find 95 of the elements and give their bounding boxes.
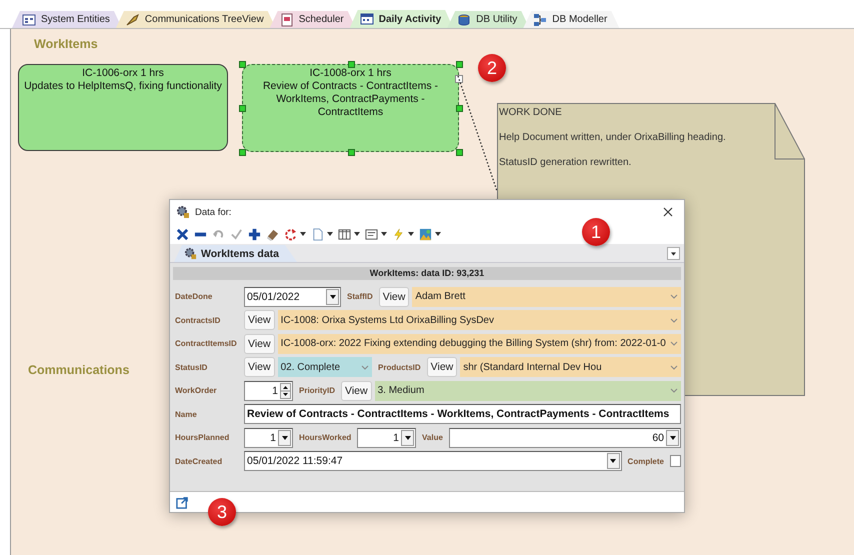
field-label: Name xyxy=(174,410,198,418)
callout-badge: 2 xyxy=(478,54,506,82)
link-handle[interactable] xyxy=(455,75,463,83)
tab-icon xyxy=(22,12,36,26)
caret-icon[interactable] xyxy=(354,232,360,236)
delete-icon[interactable] xyxy=(176,228,189,240)
dropdown-icon[interactable] xyxy=(404,436,410,440)
note-text: Help Document written, under OrixaBilling heading. xyxy=(499,132,727,143)
tab-icon xyxy=(457,12,472,26)
view-button[interactable]: View xyxy=(244,334,275,354)
spinner-icon[interactable] xyxy=(280,382,291,398)
lookup-combo[interactable]: shr (Standard Internal Dev Hou xyxy=(460,357,681,377)
checkbox[interactable] xyxy=(670,455,681,467)
gear-icon xyxy=(184,247,197,260)
field-label: PriorityID xyxy=(298,386,336,395)
field-label: StaffID xyxy=(346,292,374,301)
number-field[interactable]: 1 xyxy=(357,428,416,448)
columns-icon[interactable] xyxy=(338,228,351,240)
gear-icon xyxy=(176,205,190,219)
view-button[interactable]: View xyxy=(341,380,372,400)
number-field[interactable]: 1 xyxy=(244,428,293,448)
tab-icon xyxy=(360,12,374,26)
work-item-node[interactable]: IC-1008-orx 1 hrs Review of Contracts - ContractItems - WorkItems, ContractPayments - ContractItems xyxy=(242,64,459,152)
dropdown-icon[interactable] xyxy=(282,436,288,440)
field-label: StatusID xyxy=(174,362,208,372)
resize-handle[interactable] xyxy=(456,61,463,68)
date-field[interactable]: 05/01/2022 11:59:47 xyxy=(244,451,622,471)
field-label: ProductsID xyxy=(377,362,422,372)
caret-icon[interactable] xyxy=(435,232,441,236)
section-label: WorkItems xyxy=(34,37,98,51)
caret-icon[interactable] xyxy=(327,232,333,236)
caret-icon[interactable] xyxy=(300,232,306,236)
refresh-icon[interactable] xyxy=(284,228,297,240)
resize-handle[interactable] xyxy=(239,105,246,112)
dropdown-icon[interactable] xyxy=(330,294,336,298)
dialog-title: Data for: xyxy=(195,206,232,218)
spin-field[interactable]: 1 xyxy=(244,380,293,400)
work-item-node[interactable]: IC-1006-orx 1 hrs Updates to HelpItemsQ, fixing functionality xyxy=(18,64,228,151)
lookup-combo[interactable]: IC-1008-orx: 2022 Fixing extending debugging the Billing System (shr) from: 2022-01-0 xyxy=(278,334,681,354)
note-text: StatusID generation rewritten. xyxy=(499,157,632,168)
field-label: ContractsID xyxy=(174,316,222,324)
picture-icon[interactable] xyxy=(419,228,432,240)
chevron-icon[interactable] xyxy=(670,341,678,346)
field-label: HoursWorked xyxy=(298,433,352,442)
dropdown-icon[interactable] xyxy=(610,459,616,463)
field-label: ContractItemsID xyxy=(174,339,238,348)
resize-handle[interactable] xyxy=(239,61,246,68)
form-icon[interactable] xyxy=(365,228,378,240)
resize-handle[interactable] xyxy=(456,149,463,156)
dropdown-icon[interactable] xyxy=(670,436,676,440)
caret-icon[interactable] xyxy=(408,232,414,236)
lookup-combo[interactable]: IC-1008: Orixa Systems Ltd OrixaBilling SysDev xyxy=(278,310,681,330)
lookup-combo[interactable]: Adam Brett xyxy=(412,286,681,306)
chevron-icon[interactable] xyxy=(670,318,678,322)
check-icon[interactable] xyxy=(230,228,243,240)
view-button[interactable]: View xyxy=(244,357,275,377)
resize-handle[interactable] xyxy=(348,149,354,156)
plus-icon[interactable] xyxy=(248,228,261,240)
field-label: HoursPlanned xyxy=(174,433,230,442)
number-field[interactable]: 60 xyxy=(448,428,681,448)
tab-icon xyxy=(280,12,294,26)
tab-icon xyxy=(126,12,140,26)
caret-icon[interactable] xyxy=(381,232,387,236)
node-title: IC-1006-orx 1 hrs xyxy=(81,67,165,80)
field-label: WorkOrder xyxy=(174,386,218,395)
caret-icon[interactable] xyxy=(671,252,676,256)
node-title: IC-1008-orx 1 hrs xyxy=(308,67,392,80)
callout-badge: 3 xyxy=(208,498,236,526)
view-button[interactable]: View xyxy=(244,310,275,330)
tab[interactable]: DB Modeller xyxy=(523,11,620,28)
section-label: Communications xyxy=(28,363,130,377)
field-label: Value xyxy=(421,433,444,442)
node-text: Updates to HelpItemsQ, fixing functionality xyxy=(23,80,223,93)
text-field[interactable]: Review of Contracts - ContractItems - WorkItems, ContractPayments - ContractItems xyxy=(244,404,681,424)
view-button[interactable]: View xyxy=(426,357,458,377)
tab[interactable]: WorkItems data xyxy=(174,245,297,262)
chevron-icon[interactable] xyxy=(670,294,678,299)
resize-handle[interactable] xyxy=(348,61,354,68)
resize-handle[interactable] xyxy=(239,149,246,156)
tab-icon xyxy=(533,12,548,26)
tab-menu-button[interactable] xyxy=(667,247,680,260)
date-field[interactable]: 05/01/2022 xyxy=(244,286,341,306)
view-button[interactable]: View xyxy=(378,286,410,306)
chevron-icon[interactable] xyxy=(670,364,678,370)
field-label: DateDone xyxy=(174,292,214,301)
field-label: DateCreated xyxy=(174,456,224,466)
field-label: Complete xyxy=(626,456,665,466)
record-header: WorkItems: data ID: 93,231 xyxy=(173,267,681,280)
lookup-combo[interactable]: 02. Complete xyxy=(278,357,372,377)
eraser-icon[interactable] xyxy=(266,228,279,240)
note-text: WORK DONE xyxy=(499,107,563,118)
node-text: Review of Contracts - ContractItems - WorkItems, ContractPayments - ContractItems xyxy=(262,80,440,119)
lookup-combo[interactable]: 3. Medium xyxy=(374,380,681,400)
resize-handle[interactable] xyxy=(456,105,463,112)
export-icon[interactable] xyxy=(176,496,189,508)
